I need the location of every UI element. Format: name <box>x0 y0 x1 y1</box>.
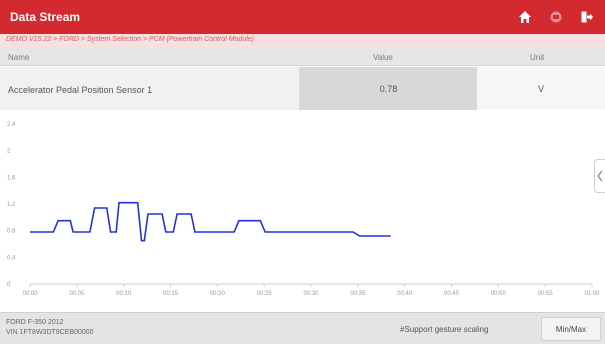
column-unit: Unit <box>530 53 545 62</box>
x-tick-label: 00:30 <box>303 291 319 297</box>
y-tick-label: 2.4 <box>7 122 16 128</box>
exit-icon <box>581 11 593 23</box>
exit-button[interactable] <box>575 6 599 28</box>
print-button[interactable] <box>544 6 568 28</box>
x-tick-label: 00:40 <box>397 291 413 297</box>
row-unit-cell: V <box>477 67 605 110</box>
series-line <box>30 201 391 242</box>
row-name-cell: Accelerator Pedal Position Sensor 1 <box>0 67 300 110</box>
breadcrumb-text: DEMO V15.22 > FORD > System Selection > … <box>6 36 255 43</box>
column-header: Name Value Unit <box>0 48 605 66</box>
side-panel-toggle[interactable] <box>594 159 605 193</box>
x-tick-label: 01:00 <box>584 291 600 297</box>
x-tick-label: 00:20 <box>210 291 226 297</box>
home-button[interactable] <box>513 6 537 28</box>
y-tick-label: 2 <box>7 149 11 155</box>
vehicle-info: FORD F-350 2012 VIN 1FT8W3DT9CEB00000 <box>6 318 94 338</box>
x-tick-label: 00:10 <box>116 291 132 297</box>
title-bar: Data Stream <box>0 0 605 34</box>
data-row[interactable]: Accelerator Pedal Position Sensor 1 0.78… <box>0 67 605 110</box>
y-tick-label: 1.6 <box>7 175 16 181</box>
chevron-left-icon <box>597 170 603 182</box>
home-icon <box>519 11 531 23</box>
column-value: Value <box>373 53 393 62</box>
y-tick-label: 0.8 <box>7 229 16 235</box>
x-tick-label: 00:25 <box>257 291 273 297</box>
x-tick-label: 00:55 <box>538 291 554 297</box>
row-value-cell: 0.78 <box>300 67 477 110</box>
print-icon <box>550 11 562 23</box>
x-tick-label: 00:15 <box>163 291 179 297</box>
breadcrumb: DEMO V15.22 > FORD > System Selection > … <box>0 34 605 48</box>
x-tick-label: 00:00 <box>22 291 38 297</box>
y-tick-label: 0.4 <box>7 255 16 261</box>
chart-canvas: 0 0.4 0.8 1.2 1.6 2 2.4 00:00 00:05 00:10 00:15 00:… <box>7 122 600 297</box>
y-tick-label: 0 <box>7 282 11 288</box>
row-unit: V <box>537 83 544 94</box>
x-tick-label: 00:45 <box>444 291 460 297</box>
page-title: Data Stream <box>10 10 81 24</box>
gesture-hint: #Support gesture scaling <box>400 325 489 334</box>
vehicle-vin: VIN 1FT8W3DT9CEB00000 <box>6 329 94 336</box>
vehicle-model: FORD F-350 2012 <box>6 319 64 326</box>
y-tick-label: 1.2 <box>7 202 16 208</box>
row-value: 0.78 <box>379 83 398 94</box>
line-chart[interactable]: 0 0.4 0.8 1.2 1.6 2 2.4 00:00 00:05 00:10 00:15 00:… <box>0 112 605 306</box>
x-tick-label: 00:35 <box>350 291 366 297</box>
x-tick-label: 00:05 <box>69 291 85 297</box>
min-max-button[interactable]: Min/Max <box>541 317 601 341</box>
footer-bar: FORD F-350 2012 VIN 1FT8W3DT9CEB00000 #S… <box>0 312 605 344</box>
x-tick-label: 00:50 <box>491 291 507 297</box>
column-name: Name <box>8 53 30 62</box>
row-name: Accelerator Pedal Position Sensor 1 <box>8 85 153 95</box>
